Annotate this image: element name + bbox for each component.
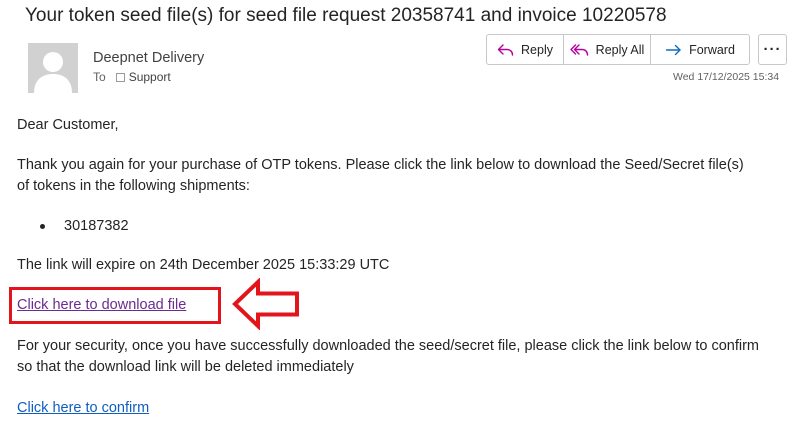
- expiry-notice: The link will expire on 24th December 20…: [17, 257, 390, 273]
- confirm-link[interactable]: Click here to confirm: [17, 398, 149, 419]
- recipient-row: To Support: [93, 70, 171, 84]
- bullet-icon: [40, 224, 45, 229]
- email-subject: Your token seed file(s) for seed file re…: [25, 5, 667, 26]
- reply-icon: [497, 43, 514, 56]
- to-label: To: [93, 70, 106, 84]
- confirm-line-2: so that the download link will be delete…: [17, 359, 354, 375]
- intro-paragraph: Thank you again for your purchase of OTP…: [17, 155, 744, 197]
- recipient-checkbox-icon: [115, 72, 125, 82]
- email-timestamp: Wed 17/12/2025 15:34: [673, 71, 780, 83]
- annotation-arrow: [232, 278, 299, 330]
- forward-button[interactable]: Forward: [651, 35, 749, 64]
- forward-label: Forward: [689, 42, 735, 57]
- confirm-paragraph: For your security, once you have success…: [17, 336, 759, 378]
- avatar-placeholder-icon: [28, 43, 78, 93]
- download-link[interactable]: Click here to download file: [17, 295, 186, 316]
- recipient-name[interactable]: Support: [129, 70, 171, 84]
- reply-label: Reply: [521, 42, 553, 57]
- intro-line-2: of tokens in the following shipments:: [17, 178, 250, 194]
- intro-line-1: Thank you again for your purchase of OTP…: [17, 157, 744, 173]
- reply-all-icon: [569, 43, 588, 56]
- sender-avatar: [28, 43, 78, 93]
- reply-button[interactable]: Reply: [487, 35, 564, 64]
- confirm-line-1: For your security, once you have success…: [17, 338, 760, 354]
- shipment-list-item: 30187382: [40, 216, 129, 237]
- sender-name[interactable]: Deepnet Delivery: [93, 50, 204, 66]
- reply-all-button[interactable]: Reply All: [564, 35, 651, 64]
- more-actions-button[interactable]: ···: [758, 34, 787, 65]
- shipment-number: 30187382: [64, 218, 129, 234]
- message-actions: Reply Reply All Forward: [486, 34, 750, 65]
- reply-all-label: Reply All: [595, 42, 645, 57]
- forward-icon: [665, 44, 681, 55]
- more-icon: ···: [763, 41, 782, 58]
- greeting: Dear Customer,: [17, 117, 119, 133]
